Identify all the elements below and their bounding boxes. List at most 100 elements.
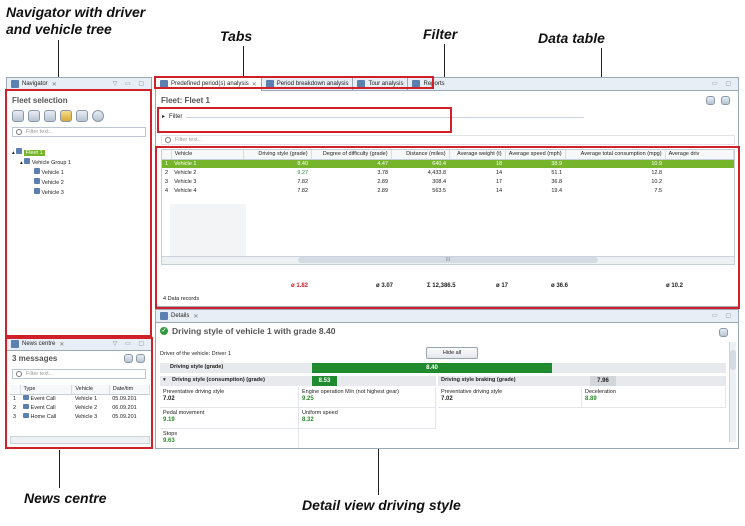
news-search-input[interactable]: Filter text...: [12, 369, 146, 379]
col-vehicle[interactable]: Vehicle: [171, 150, 244, 160]
print-icon[interactable]: [719, 328, 728, 337]
summary-weight: ø 17: [496, 283, 509, 289]
fleet-title: Fleet: Fleet 1: [161, 96, 210, 105]
cell-style: 8.40: [243, 159, 312, 168]
table-row[interactable]: 4 Vehicle 4 7.82 2.89 563.5 14 19.4 7.5: [162, 186, 734, 195]
news-centre-tab-label: News centre: [22, 341, 56, 347]
print-icon[interactable]: [136, 354, 145, 363]
close-icon[interactable]: ✕: [252, 81, 257, 88]
news-scrollbar[interactable]: [10, 436, 150, 444]
tree-group[interactable]: ▴ Vehicle Group 1: [12, 158, 71, 168]
news-date: 06.09.201: [112, 404, 137, 411]
table-horizontal-scrollbar[interactable]: III: [162, 256, 734, 264]
cell-empty: [665, 168, 733, 177]
table-search-input[interactable]: Filter text...: [161, 135, 735, 145]
filter-divider: [186, 117, 584, 118]
details-scroll-thumb[interactable]: [730, 350, 736, 370]
braking-row[interactable]: Driving style braking (grade) 7.96: [438, 376, 726, 386]
table-row[interactable]: 3 Vehicle 3 7.82 2.89 308.4 17 36.8 10.2: [162, 177, 734, 186]
chevron-right-icon: ▸: [162, 114, 166, 120]
vehicle-icon[interactable]: [44, 110, 56, 122]
table-row[interactable]: 2 Vehicle 2 9.27 3.78 4,433.8 14 51.1 12.8: [162, 168, 734, 177]
details-icon: [160, 312, 168, 320]
tree-root[interactable]: ▴ Fleet 1: [12, 148, 71, 158]
news-vehicle: Vehicle 3: [74, 413, 98, 420]
close-icon[interactable]: ✕: [52, 81, 57, 88]
truck-icon: [34, 188, 40, 194]
details-scrollbar[interactable]: [729, 342, 736, 442]
arrow-icon[interactable]: [76, 110, 88, 122]
cell-empty: [665, 177, 733, 186]
leader-news-centre: [59, 450, 60, 488]
news-row[interactable]: 1 Event Call Vehicle 1 05.09.201: [10, 394, 150, 403]
close-icon[interactable]: ✕: [193, 313, 198, 320]
col-driving-style[interactable]: Driving style (grade): [243, 150, 312, 160]
news-type: Home Call: [20, 412, 72, 421]
export-icon[interactable]: [706, 96, 715, 105]
summary-difficulty: ø 3.07: [376, 283, 394, 289]
annotation-data-table: Data table: [538, 30, 605, 46]
filter-toggle[interactable]: ▸ Filter: [162, 113, 182, 121]
cell-weight: 14: [495, 187, 503, 194]
detail-cell-value: 9.25: [302, 396, 314, 402]
window-controls[interactable]: ▭ ▢: [712, 312, 734, 319]
col-difficulty[interactable]: Degree of difficulty (grade): [311, 150, 392, 160]
refresh-icon[interactable]: [92, 110, 104, 122]
print-icon[interactable]: [721, 96, 730, 105]
col-distance[interactable]: Distance (miles): [391, 150, 450, 160]
details-tab[interactable]: Details ✕ ▭ ▢: [156, 310, 738, 323]
tab-period-breakdown[interactable]: Period breakdown analysis: [262, 77, 354, 91]
tab-label: Predefined period(s) analysis: [171, 81, 249, 87]
news-col-type[interactable]: Type: [20, 385, 73, 395]
group-icon[interactable]: [28, 110, 40, 122]
navigator-search-input[interactable]: Filter text...: [12, 127, 146, 137]
cell-consumption: 10.9: [565, 159, 666, 168]
detail-cell: Uniform speed 8.32: [299, 408, 436, 429]
tree-vehicle-2[interactable]: Vehicle 2: [12, 178, 71, 188]
news-row[interactable]: 2 Event Call Vehicle 2 06.09.201: [10, 403, 150, 412]
folder-icon[interactable]: [60, 110, 72, 122]
hide-all-button[interactable]: Hide all: [426, 347, 478, 359]
cell-vehicle: Vehicle 2: [174, 169, 197, 176]
col-consumption[interactable]: Average total consumption (mpg): [565, 150, 666, 160]
mail-icon[interactable]: [124, 354, 133, 363]
detail-cell: Preventative driving style 7.02: [438, 387, 582, 408]
details-panel: Details ✕ ▭ ▢ ✓ Driving style of vehicle…: [155, 309, 739, 449]
col-speed[interactable]: Average speed (mph): [505, 150, 566, 160]
fleet-selection-title: Fleet selection: [12, 96, 68, 105]
tab-label: Period breakdown analysis: [276, 81, 349, 87]
window-controls[interactable]: ▽ ▭ ▢: [113, 340, 147, 347]
navigator-tab[interactable]: Navigator ✕ ▽ ▭ ▢: [7, 78, 151, 91]
cell-weight: 18: [449, 159, 506, 168]
tree-vehicle-1[interactable]: Vehicle 1: [12, 168, 71, 178]
breakdown-icon: [265, 80, 274, 88]
tree-vehicle-3[interactable]: Vehicle 3: [12, 188, 71, 198]
tab-predefined-period[interactable]: Predefined period(s) analysis ✕: [156, 77, 262, 91]
consumption-row[interactable]: ▾ Driving style (consumption) (grade) 8.…: [160, 376, 436, 386]
braking-label: Driving style braking (grade): [441, 377, 516, 383]
tab-tour-analysis[interactable]: Tour analysis: [353, 77, 409, 91]
chevron-down-icon: ▾: [163, 377, 166, 383]
tab-reports[interactable]: Reports: [408, 78, 448, 91]
cell-vehicle: Vehicle 4: [174, 187, 197, 194]
news-col-vehicle[interactable]: Vehicle: [71, 385, 110, 395]
col-driving-time[interactable]: Average driv: [665, 150, 734, 160]
cell-speed: 38.9: [505, 159, 566, 168]
window-controls[interactable]: ▭ ▢: [712, 80, 734, 87]
news-row[interactable]: 3 Home Call Vehicle 3 05.09.201: [10, 412, 150, 421]
check-icon: ✓: [160, 327, 168, 335]
truck-icon: [34, 168, 40, 174]
detail-cell-value: 7.02: [441, 396, 453, 402]
col-weight[interactable]: Average weight (t): [449, 150, 506, 160]
driver-icon[interactable]: [12, 110, 24, 122]
window-controls[interactable]: ▽ ▭ ▢: [113, 80, 147, 87]
table-row[interactable]: 1 Vehicle 1 8.40 4.47 640.4 18 38.9 10.9: [162, 159, 734, 168]
details-title: ✓ Driving style of vehicle 1 with grade …: [160, 326, 335, 336]
news-col-date[interactable]: Date/tim: [109, 385, 151, 395]
scroll-thumb[interactable]: III: [298, 257, 598, 263]
cell-style: 7.82: [297, 187, 309, 194]
news-centre-tab[interactable]: News centre ✕ ▽ ▭ ▢: [7, 338, 151, 351]
row-index: 2: [165, 169, 169, 176]
driving-style-label: Driving style (grade): [170, 364, 224, 370]
close-icon[interactable]: ✕: [59, 341, 64, 348]
